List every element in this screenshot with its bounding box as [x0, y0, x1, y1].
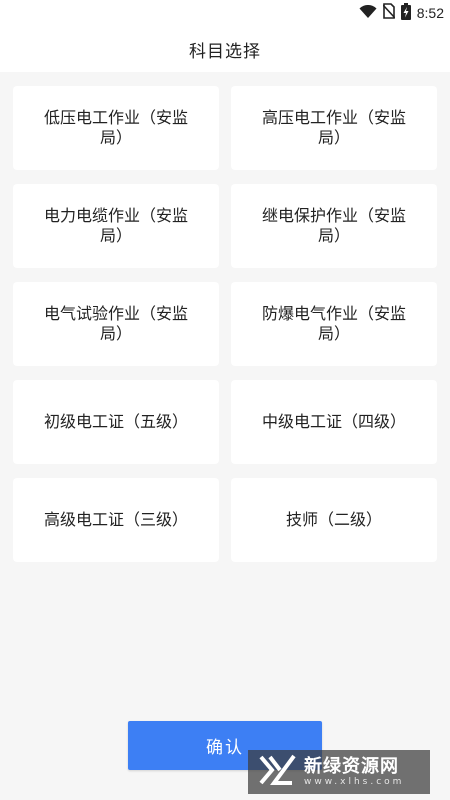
subject-label: 电力电缆作业（安监局） [43, 206, 188, 245]
confirm-button-label: 确认 [206, 738, 244, 758]
battery-charging-icon [400, 2, 411, 24]
subject-card-power-cable[interactable]: 电力电缆作业（安监局） [13, 184, 219, 268]
subject-card-relay-protection[interactable]: 继电保护作业（安监局） [231, 184, 437, 268]
subject-label: 继电保护作业（安监局） [261, 206, 406, 245]
subject-card-high-voltage[interactable]: 高压电工作业（安监局） [231, 86, 437, 170]
subject-card-electrical-test[interactable]: 电气试验作业（安监局） [13, 282, 219, 366]
subject-label: 低压电工作业（安监局） [43, 108, 188, 147]
status-time: 8:52 [416, 5, 444, 21]
subject-grid: 低压电工作业（安监局） 高压电工作业（安监局） 电力电缆作业（安监局） 继电保护… [13, 86, 437, 562]
subject-label: 电气试验作业（安监局） [43, 304, 188, 343]
watermark-text: 新绿资源网 www.xlhs.com [304, 755, 405, 788]
subject-card-senior-electrician[interactable]: 高级电工证（三级） [13, 478, 219, 562]
subject-label: 高级电工证（三级） [43, 510, 188, 529]
subject-card-technician[interactable]: 技师（二级） [231, 478, 437, 562]
subject-card-intermediate-electrician[interactable]: 中级电工证（四级） [231, 380, 437, 464]
status-icons: 8:52 [359, 2, 444, 24]
wifi-icon [359, 4, 377, 23]
page-title: 科目选择 [189, 41, 261, 62]
status-bar: 8:52 [0, 0, 450, 26]
watermark-main-text: 新绿资源网 [304, 755, 399, 777]
subject-label: 高压电工作业（安监局） [261, 108, 406, 147]
subject-label: 初级电工证（五级） [43, 412, 188, 431]
watermark-logo-icon [258, 753, 298, 791]
watermark-sub-text: www.xlhs.com [304, 776, 405, 787]
header: 科目选择 [0, 26, 450, 72]
subject-label: 中级电工证（四级） [261, 412, 406, 431]
subject-card-junior-electrician[interactable]: 初级电工证（五级） [13, 380, 219, 464]
no-sim-icon [382, 3, 396, 23]
subject-card-explosion-proof[interactable]: 防爆电气作业（安监局） [231, 282, 437, 366]
subject-card-low-voltage[interactable]: 低压电工作业（安监局） [13, 86, 219, 170]
subject-label: 技师（二级） [285, 510, 382, 529]
subject-label: 防爆电气作业（安监局） [261, 304, 406, 343]
watermark: 新绿资源网 www.xlhs.com [248, 750, 430, 794]
